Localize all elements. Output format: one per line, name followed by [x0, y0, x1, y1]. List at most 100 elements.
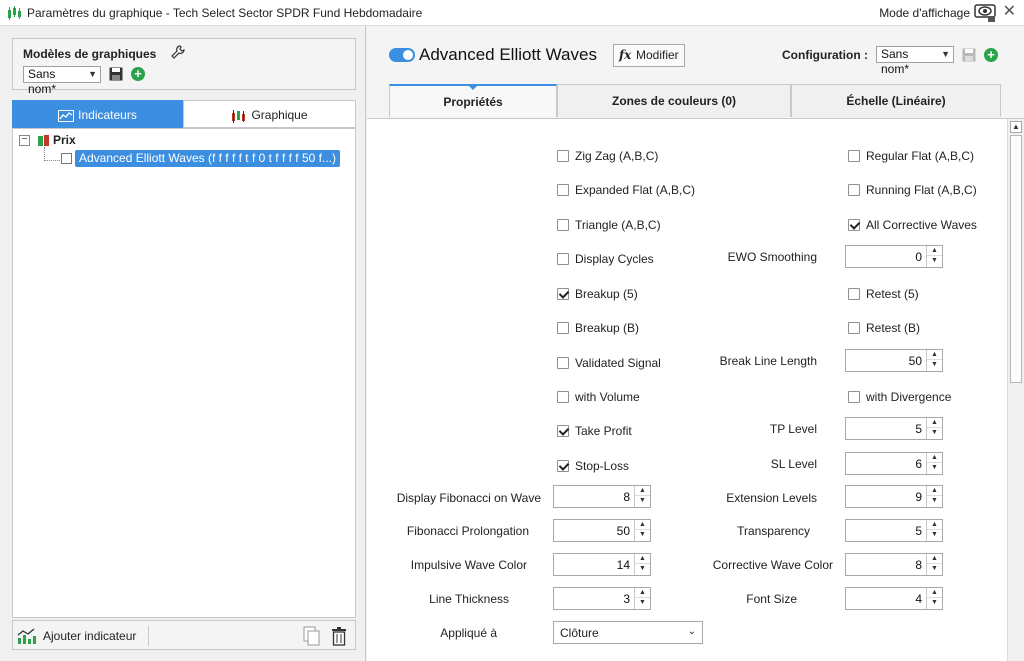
- spin-up-icon[interactable]: ▲: [635, 554, 650, 564]
- retest-5-checkbox[interactable]: Retest (5): [848, 287, 919, 301]
- spinner-buttons[interactable]: ▲ ▼: [926, 486, 942, 507]
- checkbox-box[interactable]: [557, 460, 569, 472]
- checkbox-box[interactable]: [557, 150, 569, 162]
- checkbox-box[interactable]: [848, 150, 860, 162]
- validated-signal-checkbox[interactable]: Validated Signal: [557, 356, 661, 370]
- add-indicator-icon[interactable]: [17, 627, 39, 645]
- take-profit-checkbox[interactable]: Take Profit: [557, 424, 632, 438]
- breakup-5-checkbox[interactable]: Breakup (5): [557, 287, 638, 301]
- retest-b-checkbox[interactable]: Retest (B): [848, 321, 920, 335]
- spin-down-icon[interactable]: ▼: [927, 530, 942, 540]
- spin-down-icon[interactable]: ▼: [927, 360, 942, 370]
- spin-down-icon[interactable]: ▼: [927, 598, 942, 608]
- stop-loss-checkbox[interactable]: Stop-Loss: [557, 459, 629, 473]
- spinner-buttons[interactable]: ▲ ▼: [634, 486, 650, 507]
- checkbox-box[interactable]: [848, 288, 860, 300]
- spin-down-icon[interactable]: ▼: [927, 256, 942, 266]
- sl-level-input[interactable]: 6 ▲ ▼: [845, 452, 943, 475]
- spin-down-icon[interactable]: ▼: [635, 496, 650, 506]
- impulsive-wave-color-input[interactable]: 14 ▲ ▼: [553, 553, 651, 576]
- zigzag-checkbox[interactable]: Zig Zag (A,B,C): [557, 149, 658, 163]
- spin-down-icon[interactable]: ▼: [635, 530, 650, 540]
- tab-properties[interactable]: Propriétés: [389, 84, 557, 117]
- fibonacci-prolongation-input[interactable]: 50 ▲ ▼: [553, 519, 651, 542]
- tree-item-checkbox[interactable]: [61, 153, 72, 164]
- spinner-buttons[interactable]: ▲ ▼: [926, 246, 942, 267]
- spinner-buttons[interactable]: ▲ ▼: [926, 554, 942, 575]
- add-indicator-button[interactable]: Ajouter indicateur: [43, 629, 136, 643]
- spin-down-icon[interactable]: ▼: [927, 428, 942, 438]
- modify-button[interactable]: fx Modifier: [613, 44, 685, 67]
- checkbox-box[interactable]: [557, 219, 569, 231]
- extension-levels-input[interactable]: 9 ▲ ▼: [845, 485, 943, 508]
- close-icon[interactable]: ✕: [1003, 3, 1016, 21]
- add-model-icon[interactable]: +: [131, 67, 145, 81]
- regular-flat-checkbox[interactable]: Regular Flat (A,B,C): [848, 149, 974, 163]
- expanded-flat-checkbox[interactable]: Expanded Flat (A,B,C): [557, 183, 695, 197]
- spin-up-icon[interactable]: ▲: [927, 453, 942, 463]
- checkbox-box[interactable]: [848, 391, 860, 403]
- checkbox-box[interactable]: [848, 184, 860, 196]
- spin-up-icon[interactable]: ▲: [927, 486, 942, 496]
- chart-model-select[interactable]: Sans nom* ▼: [23, 66, 101, 96]
- copy-icon[interactable]: [303, 626, 321, 646]
- collapse-icon[interactable]: −: [19, 135, 30, 146]
- checkbox-box[interactable]: [557, 253, 569, 265]
- tree-item-advanced-elliott-waves[interactable]: Advanced Elliott Waves (f f f f f t f 0 …: [75, 150, 340, 167]
- spinner-buttons[interactable]: ▲ ▼: [634, 520, 650, 541]
- checkbox-box[interactable]: [557, 425, 569, 437]
- spin-up-icon[interactable]: ▲: [927, 418, 942, 428]
- trash-icon[interactable]: [331, 626, 347, 646]
- font-size-input[interactable]: 4 ▲ ▼: [845, 587, 943, 610]
- spin-up-icon[interactable]: ▲: [635, 520, 650, 530]
- applied-to-select[interactable]: Clôture ⌄: [553, 621, 703, 644]
- with-divergence-checkbox[interactable]: with Divergence: [848, 390, 951, 404]
- add-config-icon[interactable]: +: [984, 48, 998, 62]
- scroll-up-icon[interactable]: ▲: [1010, 121, 1022, 133]
- indicator-enabled-toggle[interactable]: [389, 48, 415, 62]
- scrollbar-thumb[interactable]: [1010, 135, 1022, 383]
- spinner-buttons[interactable]: ▲ ▼: [926, 418, 942, 439]
- spinner-buttons[interactable]: ▲ ▼: [634, 554, 650, 575]
- breakup-b-checkbox[interactable]: Breakup (B): [557, 321, 639, 335]
- tab-indicators[interactable]: Indicateurs: [12, 100, 183, 128]
- spin-up-icon[interactable]: ▲: [927, 350, 942, 360]
- tree-root-price[interactable]: Prix: [53, 133, 76, 147]
- spin-up-icon[interactable]: ▲: [927, 246, 942, 256]
- spin-down-icon[interactable]: ▼: [927, 496, 942, 506]
- eye-icon[interactable]: [974, 3, 996, 23]
- spinner-buttons[interactable]: ▲ ▼: [926, 588, 942, 609]
- ewo-smoothing-input[interactable]: 0 ▲ ▼: [845, 245, 943, 268]
- spin-up-icon[interactable]: ▲: [635, 588, 650, 598]
- all-corrective-waves-checkbox[interactable]: All Corrective Waves: [848, 218, 977, 232]
- spin-down-icon[interactable]: ▼: [927, 564, 942, 574]
- spinner-buttons[interactable]: ▲ ▼: [926, 350, 942, 371]
- checkbox-box[interactable]: [557, 322, 569, 334]
- break-line-length-input[interactable]: 50 ▲ ▼: [845, 349, 943, 372]
- spin-down-icon[interactable]: ▼: [927, 463, 942, 473]
- display-cycles-checkbox[interactable]: Display Cycles: [557, 252, 654, 266]
- spin-down-icon[interactable]: ▼: [635, 564, 650, 574]
- display-fibonacci-input[interactable]: 8 ▲ ▼: [553, 485, 651, 508]
- spinner-buttons[interactable]: ▲ ▼: [926, 520, 942, 541]
- wrench-icon[interactable]: [171, 45, 185, 59]
- checkbox-box[interactable]: [557, 391, 569, 403]
- corrective-wave-color-input[interactable]: 8 ▲ ▼: [845, 553, 943, 576]
- checkbox-box[interactable]: [557, 184, 569, 196]
- tp-level-input[interactable]: 5 ▲ ▼: [845, 417, 943, 440]
- tab-chart[interactable]: Graphique: [183, 100, 356, 128]
- line-thickness-input[interactable]: 3 ▲ ▼: [553, 587, 651, 610]
- running-flat-checkbox[interactable]: Running Flat (A,B,C): [848, 183, 977, 197]
- display-mode-label[interactable]: Mode d'affichage: [879, 6, 970, 20]
- tab-scale[interactable]: Échelle (Linéaire): [791, 84, 1001, 117]
- spinner-buttons[interactable]: ▲ ▼: [926, 453, 942, 474]
- spin-up-icon[interactable]: ▲: [635, 486, 650, 496]
- save-config-icon[interactable]: [962, 48, 976, 62]
- checkbox-box[interactable]: [557, 288, 569, 300]
- transparency-input[interactable]: 5 ▲ ▼: [845, 519, 943, 542]
- spin-up-icon[interactable]: ▲: [927, 520, 942, 530]
- tab-color-zones[interactable]: Zones de couleurs (0): [557, 84, 791, 117]
- checkbox-box[interactable]: [557, 357, 569, 369]
- checkbox-box[interactable]: [848, 322, 860, 334]
- spinner-buttons[interactable]: ▲ ▼: [634, 588, 650, 609]
